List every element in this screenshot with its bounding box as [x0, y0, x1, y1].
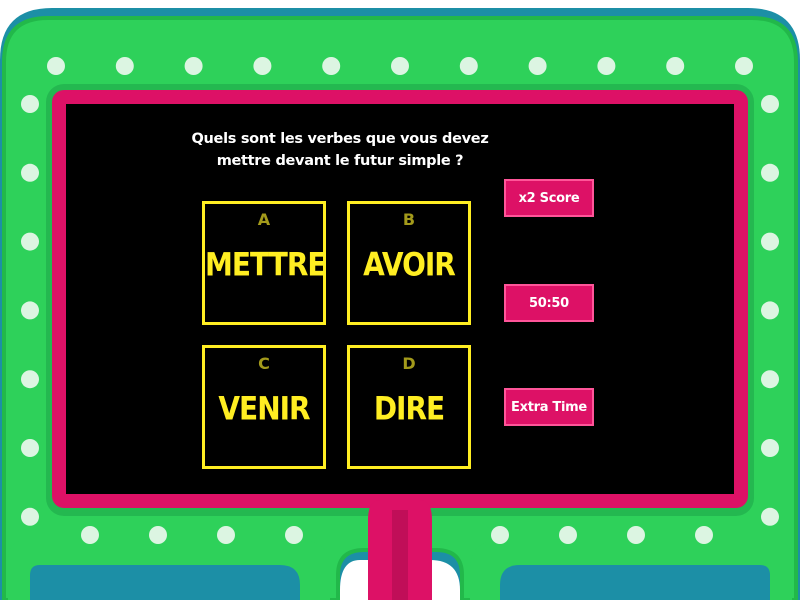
extra-time-button[interactable]: Extra Time: [504, 388, 594, 426]
answer-d-text: DIRE: [373, 389, 445, 428]
marquee-bulb: [559, 526, 577, 544]
marquee-bulb: [253, 57, 272, 75]
marquee-bulb: [217, 526, 235, 544]
answer-b-letter: B: [402, 210, 416, 229]
marquee-bulb: [149, 526, 167, 544]
marquee-bulb: [322, 57, 341, 75]
marquee-bulb: [47, 57, 65, 75]
marquee-bulb: [285, 526, 303, 544]
marquee-bulb: [735, 57, 753, 75]
marquee-bulb: [21, 439, 39, 457]
marquee-bulb: [21, 232, 39, 251]
marquee-bulb: [115, 57, 134, 75]
answer-a-button[interactable]: A METTRE: [202, 201, 327, 325]
marquee-bulb: [491, 526, 509, 544]
question-text: Quels sont les verbes que vous devez met…: [191, 131, 489, 169]
marquee-bulb: [391, 57, 409, 75]
answer-a-letter: A: [257, 210, 271, 229]
marquee-bulb: [21, 507, 39, 526]
marquee-bulb: [597, 57, 616, 75]
answer-c-text: VENIR: [218, 389, 310, 428]
marquee-bulb: [459, 57, 478, 75]
answer-c-letter: C: [258, 354, 270, 373]
x2-score-button[interactable]: x2 Score: [504, 179, 594, 217]
answer-c-button[interactable]: C VENIR: [202, 345, 326, 469]
marquee-bulb: [761, 370, 779, 389]
answer-d-letter: D: [402, 354, 416, 373]
marquee-bulb: [666, 57, 685, 75]
answer-d-button[interactable]: D DIRE: [347, 345, 471, 469]
marquee-bulb: [528, 57, 547, 75]
marquee-bulb: [21, 163, 39, 182]
marquee-bulb: [81, 526, 99, 544]
answer-b-text: AVOIR: [363, 245, 456, 284]
answer-b-button[interactable]: B AVOIR: [347, 201, 471, 325]
marquee-bulb: [184, 57, 203, 75]
marquee-bulb: [761, 95, 779, 113]
marquee-bulb: [761, 301, 779, 320]
marquee-bulb: [21, 301, 39, 320]
marquee-bulb: [21, 370, 39, 389]
marquee-bulb: [695, 526, 713, 544]
marquee-bulb: [21, 95, 39, 113]
marquee-bulb: [761, 163, 779, 182]
marquee-bulb: [761, 439, 779, 457]
marquee-bulb: [761, 507, 779, 526]
fifty-fifty-button[interactable]: 50:50: [504, 284, 594, 322]
answer-a-text: METTRE: [205, 245, 327, 284]
marquee-bulb: [627, 526, 645, 544]
marquee-bulb: [761, 232, 779, 251]
